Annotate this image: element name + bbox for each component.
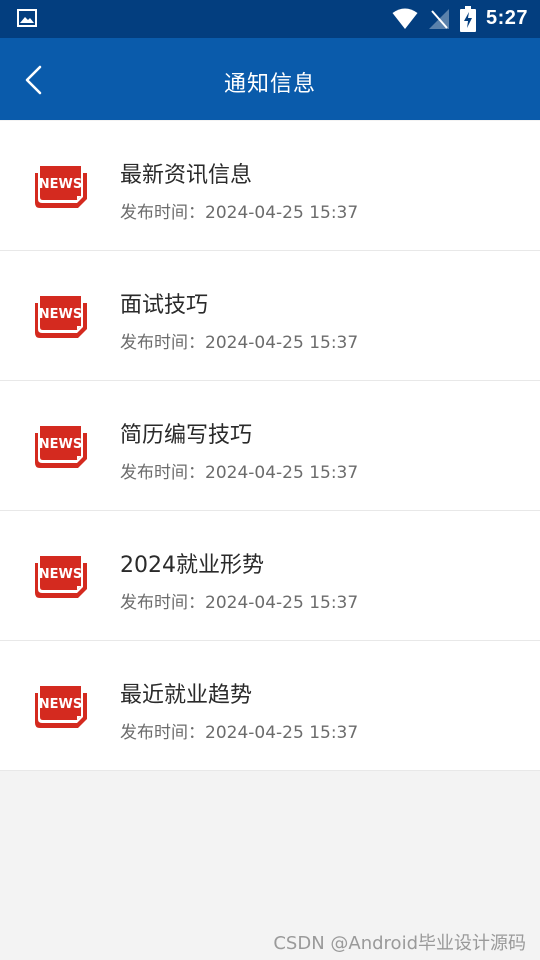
- no-signal-icon: [429, 9, 449, 29]
- status-time: 5:27: [486, 7, 529, 29]
- notice-time: 发布时间：2024-04-25 15:37: [120, 333, 359, 353]
- news-icon: NEWS: [35, 686, 87, 728]
- news-icon: NEWS: [35, 426, 87, 468]
- notice-time: 发布时间：2024-04-25 15:37: [120, 203, 359, 223]
- notice-time: 发布时间：2024-04-25 15:37: [120, 723, 359, 743]
- notice-item[interactable]: NEWS 最近就业趋势 发布时间：2024-04-25 15:37: [0, 641, 540, 771]
- app-bar: 通知信息: [0, 38, 540, 120]
- svg-text:NEWS: NEWS: [39, 567, 82, 582]
- battery-charging-icon: [460, 6, 476, 32]
- notice-item[interactable]: NEWS 2024就业形势 发布时间：2024-04-25 15:37: [0, 511, 540, 641]
- news-icon: NEWS: [35, 556, 87, 598]
- notice-time: 发布时间：2024-04-25 15:37: [120, 463, 359, 483]
- notice-list: NEWS 最新资讯信息 发布时间：2024-04-25 15:37 NEWS 面…: [0, 121, 540, 771]
- notice-title: 最近就业趋势: [120, 683, 253, 708]
- news-icon: NEWS: [35, 166, 87, 208]
- news-icon: NEWS: [35, 296, 87, 338]
- page-title: 通知信息: [223, 72, 316, 97]
- status-bar: 5:27: [0, 0, 540, 38]
- svg-text:NEWS: NEWS: [39, 307, 82, 322]
- notice-item[interactable]: NEWS 最新资讯信息 发布时间：2024-04-25 15:37: [0, 121, 540, 251]
- notice-title: 简历编写技巧: [120, 423, 253, 448]
- svg-text:NEWS: NEWS: [39, 177, 82, 192]
- notice-item[interactable]: NEWS 简历编写技巧 发布时间：2024-04-25 15:37: [0, 381, 540, 511]
- notice-item[interactable]: NEWS 面试技巧 发布时间：2024-04-25 15:37: [0, 251, 540, 381]
- image-icon: [17, 9, 37, 27]
- notice-title: 最新资讯信息: [120, 163, 253, 188]
- svg-text:NEWS: NEWS: [39, 697, 82, 712]
- watermark: CSDN @Android毕业设计源码: [273, 933, 526, 954]
- svg-text:NEWS: NEWS: [39, 437, 82, 452]
- notice-title: 面试技巧: [120, 293, 209, 318]
- wifi-icon: [392, 8, 418, 29]
- notice-time: 发布时间：2024-04-25 15:37: [120, 593, 359, 613]
- notice-title: 2024就业形势: [120, 553, 264, 578]
